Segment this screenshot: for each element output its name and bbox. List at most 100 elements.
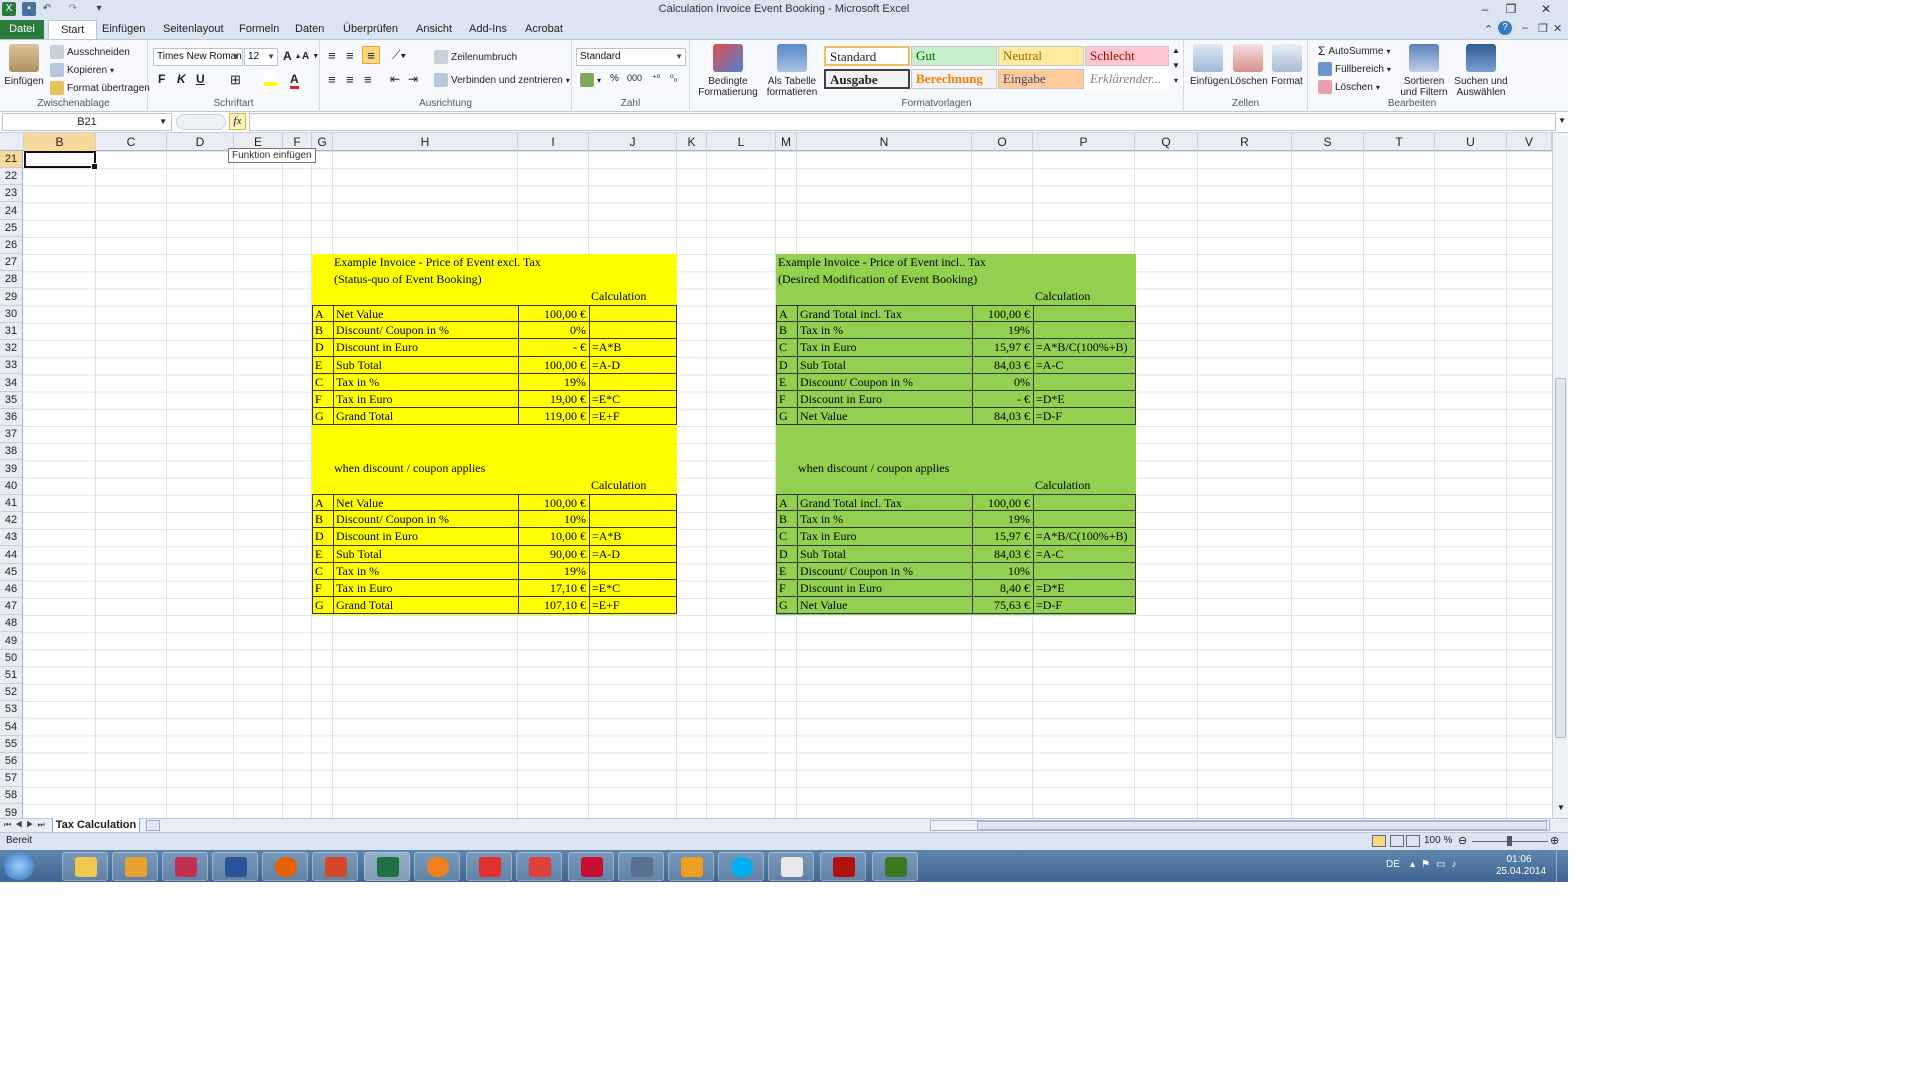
row-key[interactable]: D — [313, 528, 334, 546]
row-label[interactable]: Sub Total — [334, 356, 519, 374]
row-key[interactable]: F — [777, 391, 798, 409]
row-calc[interactable]: =A*B — [590, 339, 677, 357]
taskbar-skype[interactable] — [718, 852, 764, 881]
row-calc[interactable] — [590, 373, 677, 391]
row-value[interactable]: 0% — [973, 373, 1034, 391]
tab-acrobat[interactable]: Acrobat — [525, 23, 563, 35]
row-key[interactable]: C — [313, 562, 334, 580]
row-key[interactable]: B — [313, 322, 334, 340]
row-value[interactable]: 100,00 € — [519, 306, 590, 323]
row-calc[interactable] — [1034, 511, 1136, 529]
row-header[interactable]: 28 — [0, 271, 22, 289]
row-value[interactable]: 19% — [973, 511, 1034, 529]
row-calc[interactable]: =A-D — [590, 356, 677, 374]
page-layout-icon[interactable] — [1390, 835, 1404, 847]
column-header[interactable]: J — [589, 133, 677, 151]
row-value[interactable]: 15,97 € — [973, 339, 1034, 357]
row-calc[interactable]: =E*C — [590, 391, 677, 409]
zoom-in-icon[interactable]: ⊕ — [1550, 834, 1559, 847]
row-key[interactable]: C — [313, 373, 334, 391]
italic-button[interactable]: K — [177, 72, 186, 86]
active-cell[interactable] — [24, 151, 98, 170]
ribbon-minimize-icon[interactable]: ⌃ — [1484, 23, 1493, 36]
row-value[interactable]: 119,00 € — [519, 408, 590, 426]
row-header[interactable]: 27 — [0, 254, 22, 272]
horizontal-scrollbar[interactable] — [930, 820, 1550, 831]
number-format-select[interactable]: Standard ▼ — [576, 48, 686, 66]
scroll-down-icon[interactable]: ▼ — [1557, 803, 1565, 812]
row-header[interactable]: 23 — [0, 185, 22, 203]
thousands-button[interactable]: 000 — [627, 73, 642, 83]
column-header[interactable]: P — [1033, 133, 1135, 151]
row-key[interactable]: G — [777, 597, 798, 615]
row-label[interactable]: Discount in Euro — [798, 580, 973, 598]
row-header[interactable]: 46 — [0, 581, 22, 598]
row-value[interactable]: - € — [973, 391, 1034, 409]
row-calc[interactable]: =A-C — [1034, 545, 1136, 563]
taskbar-dreamweaver[interactable] — [872, 852, 918, 881]
tab-add-ins[interactable]: Add-Ins — [469, 23, 507, 35]
row-key[interactable]: E — [777, 562, 798, 580]
tab-ansicht[interactable]: Ansicht — [416, 23, 452, 35]
row-label[interactable]: Net Value — [334, 306, 519, 323]
row-calc[interactable] — [1034, 562, 1136, 580]
row-key[interactable]: B — [777, 511, 798, 529]
column-header[interactable]: D — [167, 133, 234, 151]
row-value[interactable]: 84,03 € — [973, 356, 1034, 374]
tab-seitenlayout[interactable]: Seitenlayout — [163, 23, 224, 35]
row-value[interactable]: 100,00 € — [973, 495, 1034, 512]
column-header[interactable]: M — [776, 133, 797, 151]
taskbar-quote-app[interactable] — [516, 852, 562, 881]
taskbar-excel[interactable] — [364, 852, 410, 881]
column-header[interactable]: H — [333, 133, 518, 151]
row-value[interactable]: 10% — [973, 562, 1034, 580]
row-calc[interactable] — [590, 511, 677, 529]
styles-scroll-button[interactable]: ▲ ▼ ▾ — [1172, 46, 1180, 85]
row-label[interactable]: Discount in Euro — [334, 528, 519, 546]
row-header[interactable]: 33 — [0, 357, 22, 375]
format-cells-button[interactable]: Format — [1270, 44, 1304, 87]
row-value[interactable]: 75,63 € — [973, 597, 1034, 615]
row-key[interactable]: G — [313, 408, 334, 426]
row-header[interactable]: 30 — [0, 306, 22, 323]
doc-restore-button[interactable]: ❐ — [1538, 22, 1548, 35]
row-key[interactable]: C — [777, 528, 798, 546]
row-calc[interactable] — [1034, 495, 1136, 512]
row-header[interactable]: 54 — [0, 719, 22, 736]
zoom-slider-thumb[interactable] — [1507, 836, 1512, 846]
row-label[interactable]: Discount/ Coupon in % — [334, 511, 519, 529]
sheet-tab[interactable]: Tax Calculation — [52, 818, 140, 833]
row-header[interactable]: 51 — [0, 667, 22, 684]
align-bottom-button[interactable]: ≡ — [362, 46, 380, 64]
tab-ueberpruefen[interactable]: Überprüfen — [343, 23, 398, 35]
column-header[interactable]: B — [24, 133, 96, 151]
normal-view-icon[interactable] — [1372, 835, 1386, 847]
row-value[interactable]: 0% — [519, 322, 590, 340]
row-label[interactable]: Tax in Euro — [334, 580, 519, 598]
style-ausgabe[interactable]: Ausgabe — [824, 69, 910, 89]
shrink-font-button[interactable]: A ▼ — [302, 51, 319, 62]
row-value[interactable]: 17,10 € — [519, 580, 590, 598]
row-key[interactable]: B — [313, 511, 334, 529]
expand-formula-bar-icon[interactable]: ▼ — [1558, 116, 1566, 125]
taskbar-access[interactable] — [162, 852, 208, 881]
row-header[interactable]: 53 — [0, 701, 22, 719]
font-name-select[interactable]: Times New Roman ▼ — [153, 48, 243, 66]
increase-indent-button[interactable]: ⇥ — [408, 72, 418, 86]
row-header[interactable]: 50 — [0, 650, 22, 667]
row-header[interactable]: 55 — [0, 736, 22, 753]
row-key[interactable]: B — [777, 322, 798, 340]
column-header[interactable]: N — [797, 133, 972, 151]
row-header[interactable]: 52 — [0, 684, 22, 702]
taskbar-mindmap[interactable] — [466, 852, 512, 881]
align-middle-button[interactable]: ≡ — [346, 48, 354, 63]
font-color-button[interactable]: A — [290, 72, 299, 89]
row-label[interactable]: Sub Total — [798, 356, 973, 374]
tab-formeln[interactable]: Formeln — [239, 23, 279, 35]
close-button[interactable]: ✕ — [1524, 0, 1568, 20]
column-header[interactable]: R — [1198, 133, 1292, 151]
row-header[interactable]: 44 — [0, 547, 22, 564]
tray-icons[interactable]: ▴⚑▭♪ — [1410, 859, 1462, 870]
row-header[interactable]: 31 — [0, 323, 22, 340]
taskbar-word[interactable] — [212, 852, 258, 881]
